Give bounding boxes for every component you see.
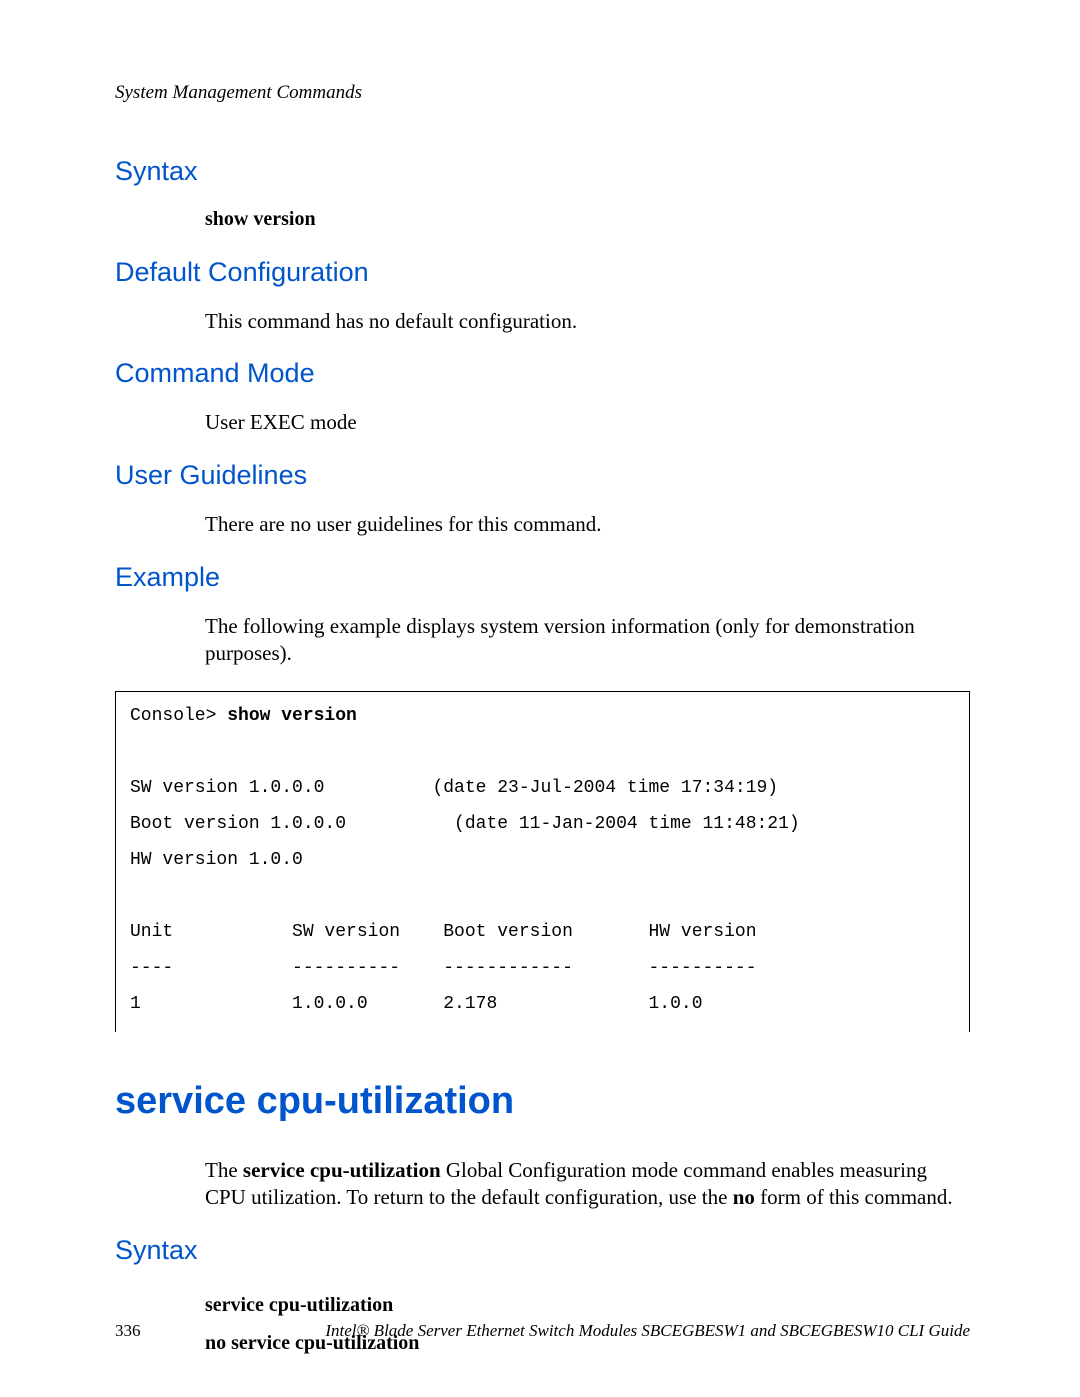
footer: 336 Intel® Blade Server Ethernet Switch … (115, 1321, 970, 1341)
section-user-guidelines: User Guidelines (115, 460, 970, 491)
cmd-desc-pre: The (205, 1158, 243, 1182)
command-mode-body: User EXEC mode (205, 409, 970, 436)
code-body: SW version 1.0.0.0 (date 23-Jul-2004 tim… (130, 778, 800, 1014)
command-title: service cpu-utilization (115, 1080, 970, 1123)
page-number: 336 (115, 1321, 141, 1341)
code-prompt: Console> (130, 706, 227, 726)
page: System Management Commands Syntax show v… (0, 0, 1080, 1397)
running-header: System Management Commands (115, 82, 970, 104)
default-config-body: This command has no default configuratio… (205, 308, 970, 335)
section-example: Example (115, 562, 970, 593)
example-body: The following example displays system ve… (205, 613, 970, 667)
cmd-desc-post: form of this command. (755, 1185, 953, 1209)
cmd-desc-bold2: no (733, 1185, 755, 1209)
footer-title: Intel® Blade Server Ethernet Switch Modu… (325, 1321, 970, 1341)
section-default-config: Default Configuration (115, 257, 970, 288)
syntax-command: show version (205, 207, 970, 233)
user-guidelines-body: There are no user guidelines for this co… (205, 511, 970, 538)
section-command-mode: Command Mode (115, 358, 970, 389)
syntax-line-1: service cpu-utilization (205, 1286, 970, 1324)
code-command: show version (227, 706, 357, 726)
code-block: Console> show version SW version 1.0.0.0… (115, 691, 970, 1032)
section-syntax: Syntax (115, 156, 970, 187)
command-description: The service cpu-utilization Global Confi… (205, 1157, 970, 1211)
section-syntax-2: Syntax (115, 1235, 970, 1266)
cmd-desc-bold1: service cpu-utilization (243, 1158, 441, 1182)
